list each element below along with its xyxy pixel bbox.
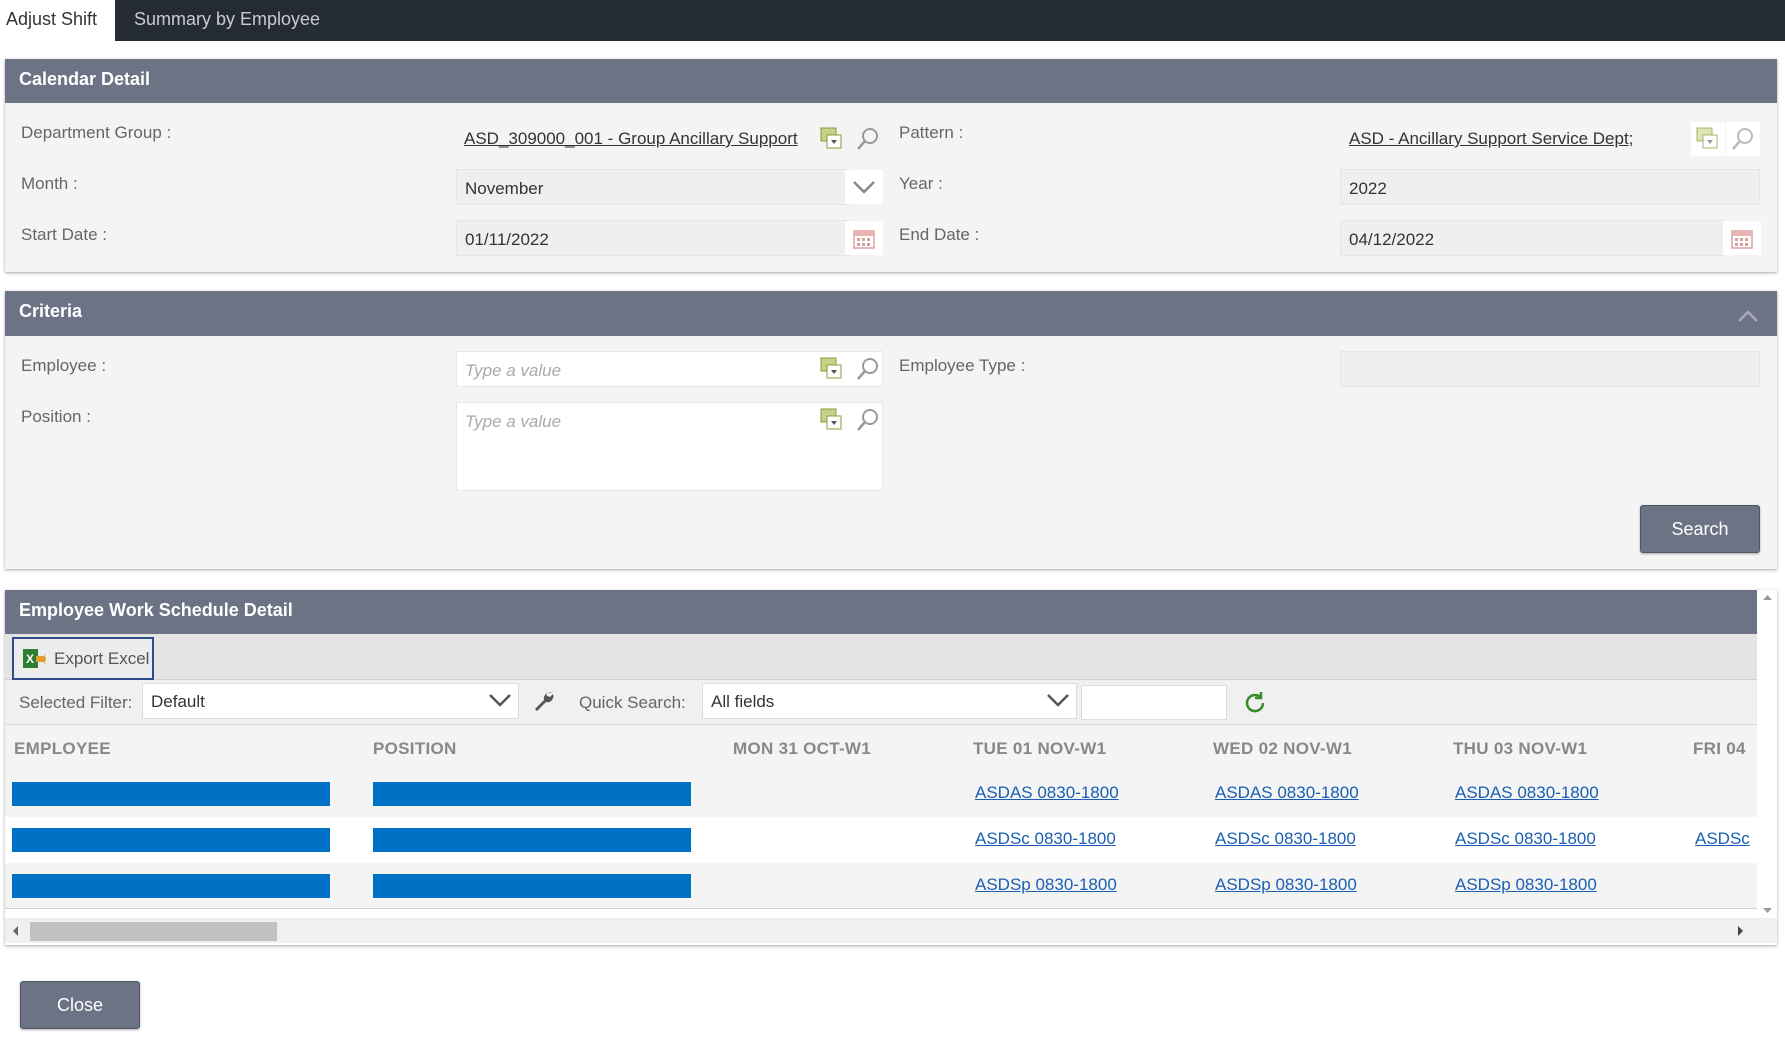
shift-link[interactable]: ASDSp 0830-1800 (1215, 875, 1357, 895)
start-date-field[interactable]: 01/11/2022 (456, 220, 850, 256)
column-header-tue[interactable]: TUE 01 NOV-W1 (973, 739, 1106, 759)
schedule-panel: Employee Work Schedule Detail X Export E… (5, 590, 1777, 945)
calendar-detail-title: Calendar Detail (5, 59, 1777, 103)
criteria-title: Criteria (5, 291, 1777, 336)
shift-link[interactable]: ASDAS 0830-1800 (1455, 783, 1599, 803)
criteria-title-text: Criteria (19, 301, 83, 321)
department-group-search-icon[interactable] (851, 122, 885, 156)
position-placeholder: Type a value (465, 412, 562, 431)
column-header-mon[interactable]: MON 31 OCT-W1 (733, 739, 871, 759)
pattern-label: Pattern : (899, 123, 964, 142)
quick-search-field-value: All fields (711, 692, 775, 711)
end-date-value: 04/12/2022 (1349, 230, 1435, 249)
end-date-field[interactable]: 04/12/2022 (1340, 220, 1725, 256)
top-tab-bar: Adjust Shift Summary by Employee (0, 0, 1785, 41)
month-dropdown-chevron-icon[interactable] (845, 170, 883, 204)
employee-type-field[interactable] (1340, 351, 1760, 387)
shift-link[interactable]: ASDAS 0830-1800 (1215, 783, 1359, 803)
shift-link[interactable]: ASDSc (1695, 829, 1750, 849)
pattern-value: ASD - Ancillary Support Service Dept; (1349, 129, 1634, 148)
excel-export-icon: X (22, 648, 46, 675)
start-date-calendar-icon[interactable] (845, 221, 883, 255)
export-excel-label: Export Excel (54, 649, 150, 668)
year-label: Year : (899, 174, 943, 193)
quick-search-field-select[interactable]: All fields (702, 683, 1077, 719)
horizontal-scroll-thumb[interactable] (30, 922, 277, 941)
shift-link[interactable]: ASDSp 0830-1800 (975, 875, 1117, 895)
employee-redacted (12, 782, 330, 806)
calendar-detail-panel: Calendar Detail Department Group : ASD_3… (5, 59, 1777, 272)
department-group-value: ASD_309000_001 - Group Ancillary Support (464, 129, 798, 148)
refresh-icon[interactable] (1242, 690, 1268, 721)
search-button[interactable]: Search (1640, 505, 1760, 553)
employee-lookup-icon[interactable] (815, 352, 849, 386)
position-label: Position : (21, 407, 91, 426)
wrench-icon[interactable] (532, 690, 556, 719)
shift-link[interactable]: ASDAS 0830-1800 (975, 783, 1119, 803)
tab-summary-by-employee[interactable]: Summary by Employee (128, 0, 326, 41)
start-date-label: Start Date : (21, 225, 107, 244)
column-header-wed[interactable]: WED 02 NOV-W1 (1213, 739, 1352, 759)
pattern-field[interactable]: ASD - Ancillary Support Service Dept; (1341, 120, 1686, 156)
column-header-fri[interactable]: FRI 04 (1693, 739, 1746, 759)
tab-adjust-shift[interactable]: Adjust Shift (0, 0, 115, 41)
schedule-title: Employee Work Schedule Detail (5, 590, 1757, 634)
table-row[interactable]: ASDSp 0830-1800 ASDSp 0830-1800 ASDSp 08… (5, 863, 1757, 909)
position-redacted (373, 874, 691, 898)
column-header-position[interactable]: POSITION (373, 739, 457, 759)
export-excel-button[interactable]: X Export Excel (12, 637, 154, 680)
grid-header: EMPLOYEE POSITION MON 31 OCT-W1 TUE 01 N… (5, 725, 1757, 771)
close-button[interactable]: Close (20, 981, 140, 1029)
department-group-label: Department Group : (21, 123, 172, 142)
chevron-down-icon (488, 692, 512, 713)
month-label: Month : (21, 174, 78, 193)
position-lookup-icon[interactable] (815, 403, 849, 437)
employee-label: Employee : (21, 356, 107, 375)
vertical-scrollbar[interactable] (1758, 590, 1777, 918)
employee-search-icon[interactable] (851, 352, 885, 386)
selected-filter-value: Default (151, 692, 205, 711)
end-date-calendar-icon[interactable] (1723, 221, 1761, 255)
svg-text:X: X (26, 652, 34, 666)
pattern-lookup-icon[interactable] (1691, 122, 1725, 156)
employee-type-label: Employee Type : (899, 356, 1026, 375)
quick-search-input[interactable] (1081, 685, 1227, 720)
table-row[interactable]: ASDAS 0830-1800 ASDAS 0830-1800 ASDAS 08… (5, 771, 1757, 817)
pattern-search-icon[interactable] (1726, 122, 1760, 156)
end-date-label: End Date : (899, 225, 980, 244)
filter-bar: Selected Filter: Default Quick Search: A… (5, 680, 1757, 725)
selected-filter-select[interactable]: Default (142, 683, 519, 719)
column-header-thu[interactable]: THU 03 NOV-W1 (1453, 739, 1587, 759)
position-search-icon[interactable] (851, 403, 885, 437)
shift-link[interactable]: ASDSc 0830-1800 (1215, 829, 1356, 849)
year-value: 2022 (1349, 179, 1387, 198)
criteria-panel: Criteria Employee : Type a value Employe… (5, 291, 1777, 569)
shift-link[interactable]: ASDSc 0830-1800 (1455, 829, 1596, 849)
employee-redacted (12, 828, 330, 852)
start-date-value: 01/11/2022 (465, 230, 549, 249)
shift-link[interactable]: ASDSp 0830-1800 (1455, 875, 1597, 895)
horizontal-scrollbar[interactable] (5, 918, 1777, 943)
collapse-chevron-up-icon[interactable] (1737, 301, 1759, 323)
department-group-field[interactable]: ASD_309000_001 - Group Ancillary Support (456, 120, 816, 156)
shift-link[interactable]: ASDSc 0830-1800 (975, 829, 1116, 849)
employee-placeholder: Type a value (465, 361, 562, 380)
department-group-lookup-icon[interactable] (815, 122, 849, 156)
month-value: November (465, 179, 544, 198)
employee-redacted (12, 874, 330, 898)
schedule-toolbar: X Export Excel (5, 634, 1757, 680)
selected-filter-label: Selected Filter: (19, 693, 133, 712)
chevron-down-icon (1046, 692, 1070, 713)
position-redacted (373, 782, 691, 806)
quick-search-label: Quick Search: (579, 693, 686, 712)
column-header-employee[interactable]: EMPLOYEE (14, 739, 111, 759)
position-redacted (373, 828, 691, 852)
table-row[interactable]: ASDSc 0830-1800 ASDSc 0830-1800 ASDSc 08… (5, 817, 1757, 863)
month-select[interactable]: November (456, 169, 850, 205)
year-field[interactable]: 2022 (1340, 169, 1760, 205)
